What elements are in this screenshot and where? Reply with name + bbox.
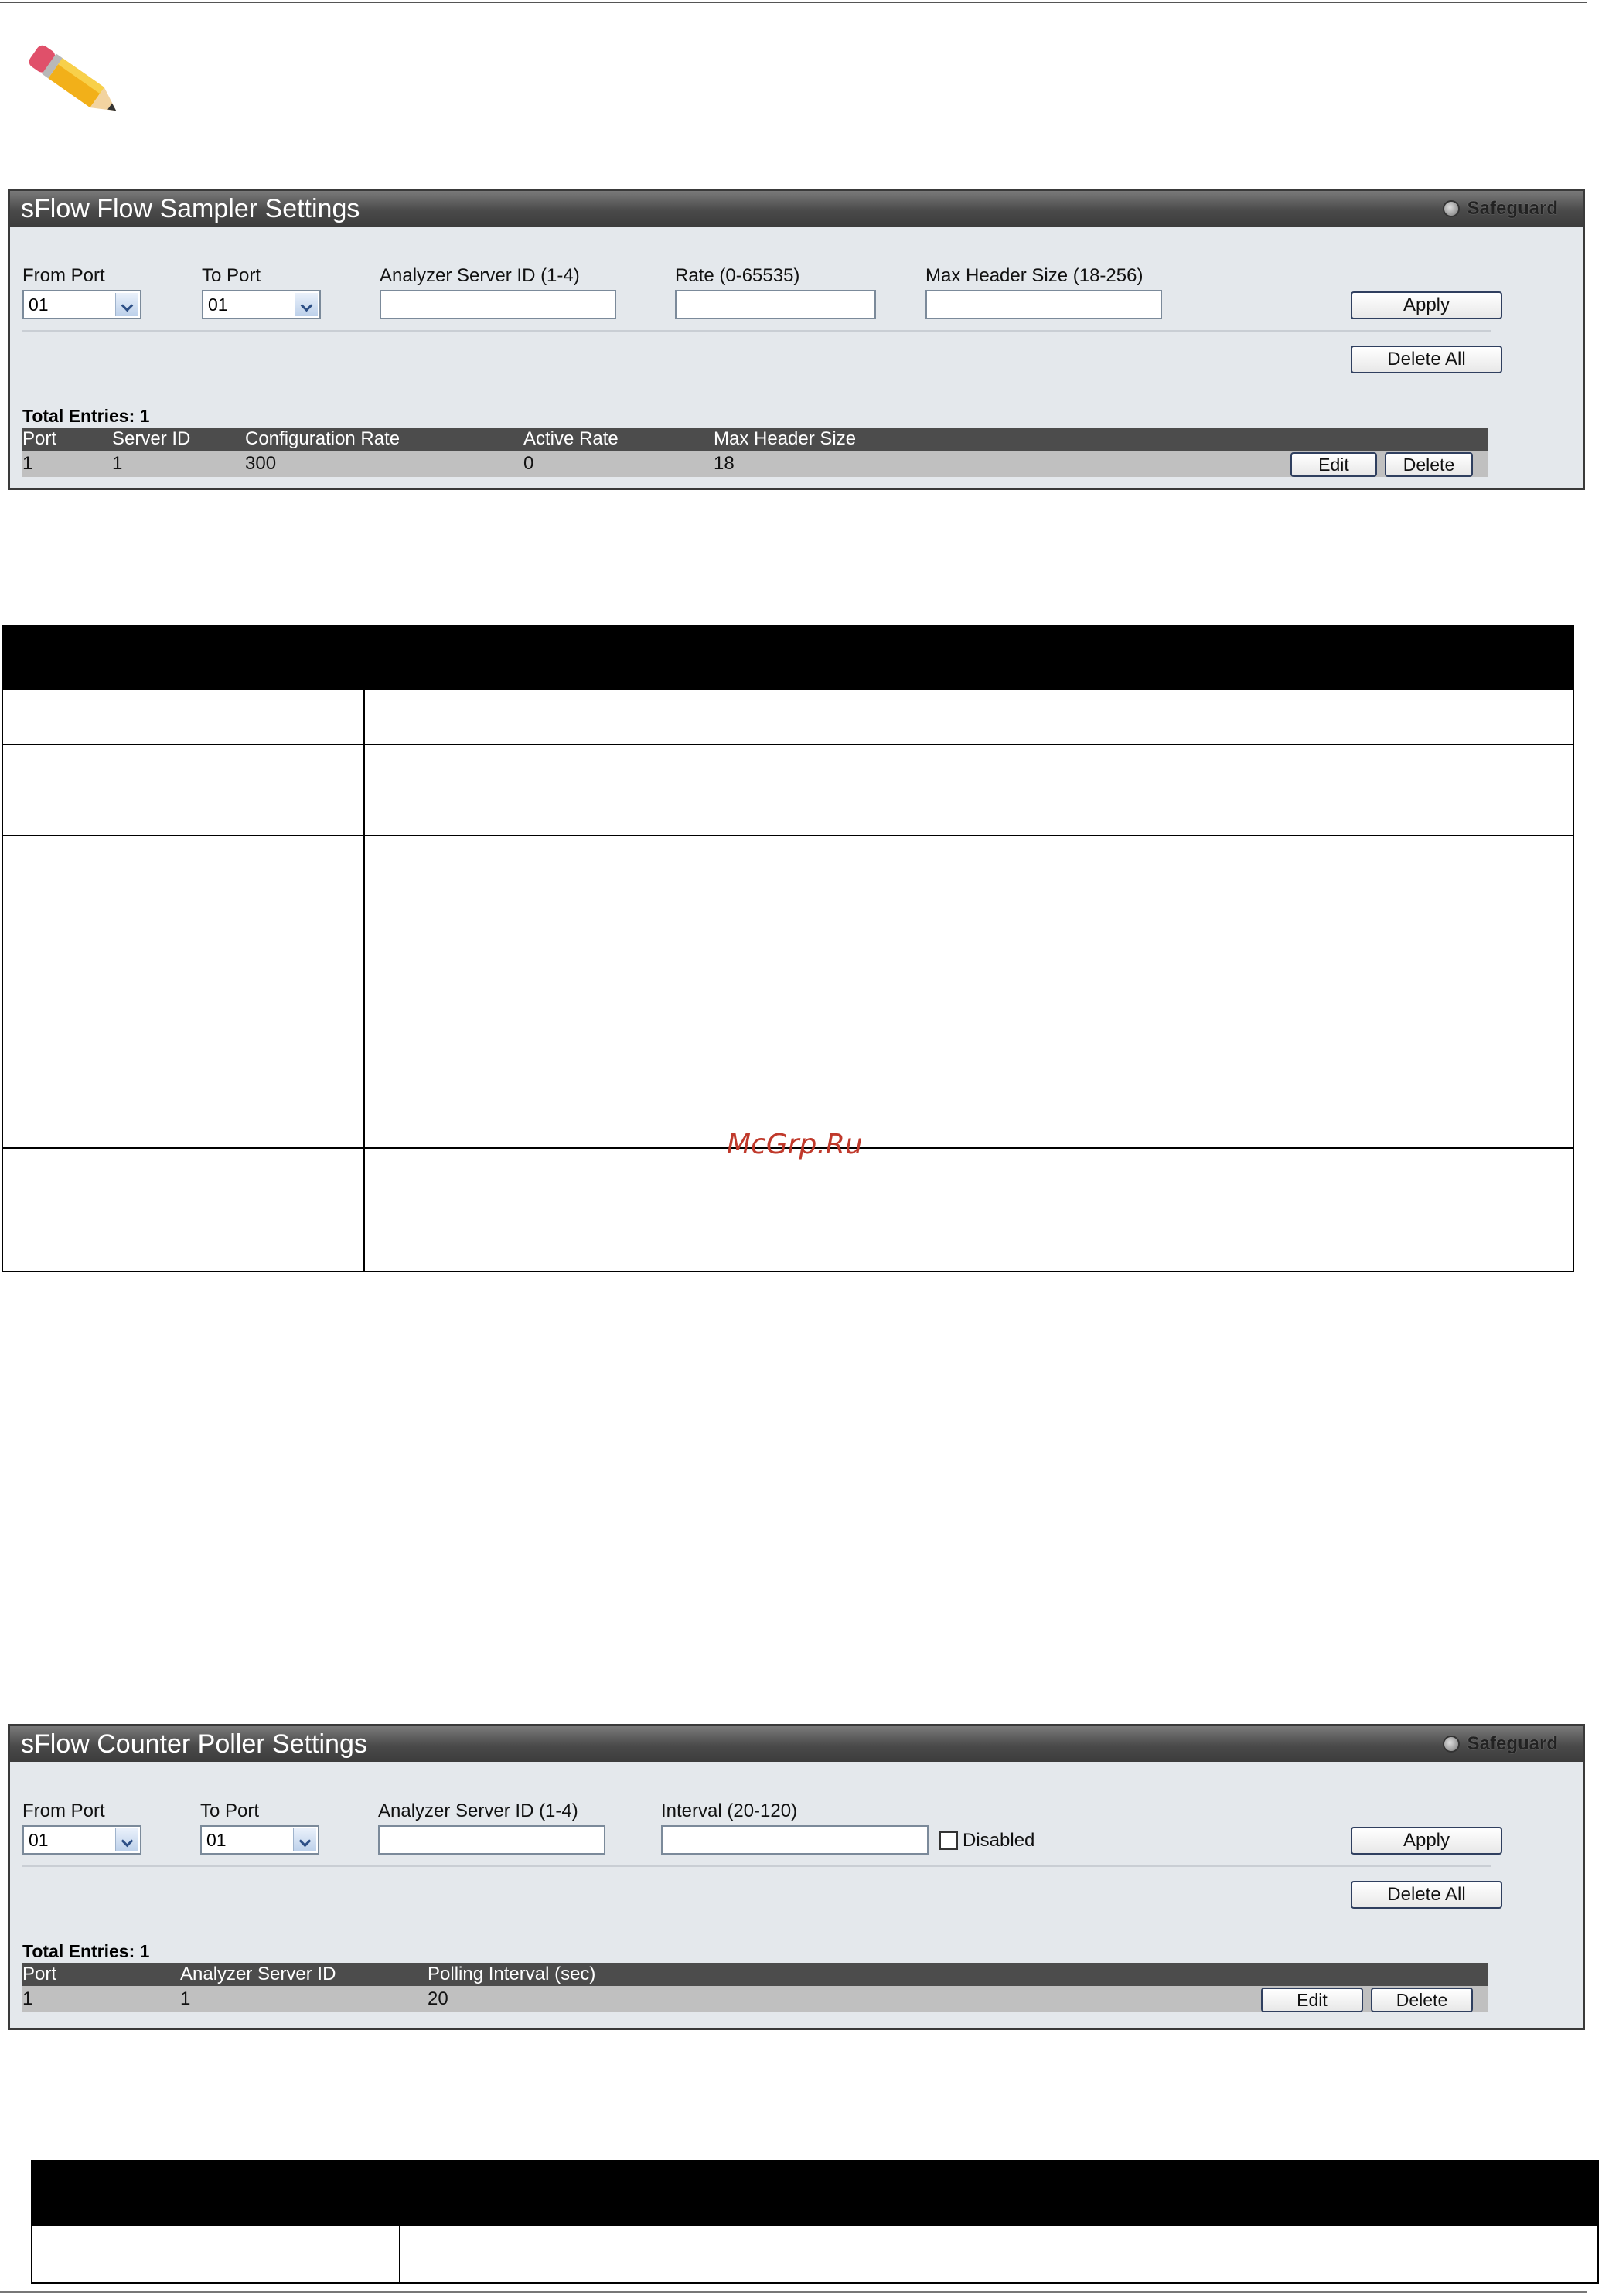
column-header-polling-interval: Polling Interval (sec)	[428, 1964, 596, 1984]
interval-label: Interval (20-120)	[661, 1800, 798, 1821]
cell-analyzer-server-id: 1	[180, 1988, 191, 2009]
max-header-size-input[interactable]	[925, 290, 1162, 319]
panel-title: sFlow Counter Poller Settings Safeguard	[10, 1726, 1583, 1762]
rate-label: Rate (0-65535)	[675, 265, 800, 286]
max-header-size-label: Max Header Size (18-256)	[925, 265, 1144, 286]
column-header-active-rate: Active Rate	[523, 428, 619, 449]
column-divider	[399, 2226, 400, 2284]
apply-button[interactable]: Apply	[1351, 291, 1502, 319]
edit-button[interactable]: Edit	[1261, 1988, 1363, 2012]
cell-active-rate: 0	[523, 453, 534, 474]
analyzer-server-id-label: Analyzer Server ID (1-4)	[380, 265, 580, 286]
delete-all-button[interactable]: Delete All	[1351, 346, 1502, 373]
total-entries: Total Entries: 1	[22, 1941, 150, 1961]
to-port-value: 01	[206, 1830, 227, 1850]
column-header-port: Port	[22, 428, 57, 449]
flow-sampler-panel: sFlow Flow Sampler Settings Safeguard Fr…	[8, 189, 1585, 490]
rate-input[interactable]	[675, 290, 876, 319]
apply-button[interactable]: Apply	[1351, 1827, 1502, 1855]
column-header-port: Port	[22, 1964, 57, 1984]
column-divider	[363, 690, 365, 1272]
to-port-select[interactable]: 01	[200, 1825, 319, 1855]
delete-button[interactable]: Delete	[1385, 452, 1473, 477]
cell-port: 1	[22, 453, 33, 474]
to-port-label: To Port	[202, 265, 261, 286]
cell-server-id: 1	[112, 453, 123, 474]
analyzer-server-id-input[interactable]	[380, 290, 616, 319]
row-divider	[3, 835, 1573, 836]
delete-all-button[interactable]: Delete All	[1351, 1881, 1502, 1909]
chevron-down-icon[interactable]	[293, 1828, 316, 1851]
column-header-server-id: Server ID	[112, 428, 191, 449]
edit-button[interactable]: Edit	[1290, 452, 1377, 477]
table-row: 1 1 300 0 18 Edit Delete	[22, 451, 1488, 477]
pencil-icon	[29, 45, 117, 111]
cell-polling-interval: 20	[428, 1988, 448, 2009]
from-port-label: From Port	[22, 265, 105, 286]
panel-title-text: sFlow Counter Poller Settings	[21, 1729, 367, 1759]
from-port-select[interactable]: 01	[22, 290, 141, 319]
watermark: McGrp.Ru	[727, 1129, 863, 1160]
from-port-value: 01	[29, 1830, 49, 1850]
safeguard-indicator: Safeguard	[1442, 197, 1558, 220]
safeguard-label: Safeguard	[1467, 198, 1558, 219]
to-port-select[interactable]: 01	[202, 290, 321, 319]
safeguard-indicator-icon	[1442, 200, 1460, 217]
table-row: 1 1 20 Edit Delete	[22, 1986, 1488, 2012]
table-header: Port Server ID Configuration Rate Active…	[22, 428, 1488, 451]
panel-title-text: sFlow Flow Sampler Settings	[21, 194, 360, 223]
analyzer-server-id-input[interactable]	[378, 1825, 605, 1855]
delete-button[interactable]: Delete	[1371, 1988, 1473, 2012]
parameter-table-1	[2, 625, 1574, 1272]
chevron-down-icon[interactable]	[115, 293, 138, 316]
from-port-select[interactable]: 01	[22, 1825, 141, 1855]
panel-title: sFlow Flow Sampler Settings Safeguard	[10, 191, 1583, 227]
cell-port: 1	[22, 1988, 33, 2009]
counter-poller-panel: sFlow Counter Poller Settings Safeguard …	[8, 1724, 1585, 2030]
parameter-table-header	[32, 2161, 1597, 2226]
column-header-configuration-rate: Configuration Rate	[245, 428, 400, 449]
disabled-label: Disabled	[963, 1830, 1035, 1851]
to-port-label: To Port	[200, 1800, 260, 1821]
disabled-checkbox[interactable]	[939, 1831, 958, 1850]
safeguard-label: Safeguard	[1467, 1733, 1558, 1754]
bottom-rule	[0, 2291, 1587, 2293]
safeguard-indicator: Safeguard	[1442, 1732, 1558, 1756]
column-header-analyzer-server-id: Analyzer Server ID	[180, 1964, 336, 1984]
parameter-table-header	[3, 626, 1573, 690]
divider	[22, 330, 1491, 332]
from-port-label: From Port	[22, 1800, 105, 1821]
interval-input[interactable]	[661, 1825, 929, 1855]
row-divider	[3, 744, 1573, 745]
cell-configuration-rate: 300	[245, 453, 277, 474]
divider	[22, 1865, 1491, 1867]
chevron-down-icon[interactable]	[295, 293, 318, 316]
total-entries: Total Entries: 1	[22, 406, 150, 426]
chevron-down-icon[interactable]	[115, 1828, 138, 1851]
table-header: Port Analyzer Server ID Polling Interval…	[22, 1963, 1488, 1986]
cell-max-header-size: 18	[714, 453, 735, 474]
from-port-value: 01	[29, 295, 49, 315]
top-rule	[0, 2, 1587, 3]
analyzer-server-id-label: Analyzer Server ID (1-4)	[378, 1800, 578, 1821]
parameter-table-2	[31, 2160, 1599, 2284]
safeguard-indicator-icon	[1442, 1736, 1460, 1753]
column-header-max-header-size: Max Header Size	[714, 428, 857, 449]
to-port-value: 01	[208, 295, 228, 315]
